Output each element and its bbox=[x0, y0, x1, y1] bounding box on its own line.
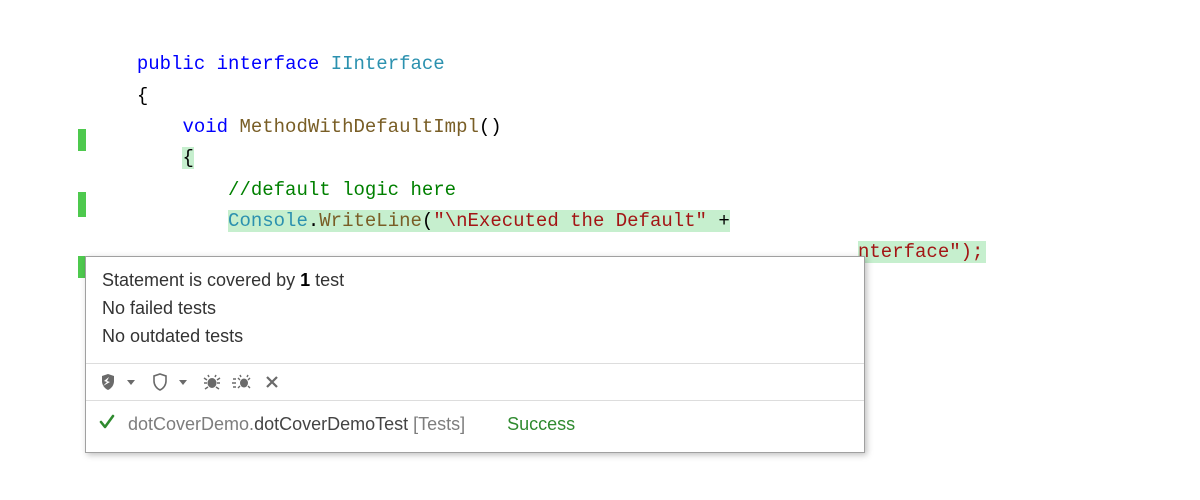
comment: //default logic here bbox=[228, 179, 456, 201]
shield-outline-icon[interactable] bbox=[148, 370, 172, 394]
failed-tests-line: No failed tests bbox=[102, 295, 848, 323]
string-literal: "\nExecuted the Default" bbox=[433, 210, 707, 232]
method-writeline: WriteLine bbox=[319, 210, 422, 232]
code-editor[interactable]: public interface IInterface { void Metho… bbox=[0, 18, 730, 237]
code-continuation: nterface"); bbox=[858, 237, 986, 268]
brace-open: { bbox=[137, 85, 148, 107]
type-console: Console bbox=[228, 210, 308, 232]
close-icon[interactable] bbox=[260, 370, 284, 394]
tooltip-toolbar bbox=[86, 363, 864, 400]
bug-icon[interactable] bbox=[200, 370, 224, 394]
keyword-interface: interface bbox=[217, 53, 320, 75]
shield-filled-icon[interactable] bbox=[96, 370, 120, 394]
keyword-void: void bbox=[182, 116, 228, 138]
keyword-public: public bbox=[137, 53, 205, 75]
bug-burst-icon[interactable] bbox=[230, 370, 254, 394]
tooltip-footer: dotCoverDemo.dotCoverDemoTest [Tests] Su… bbox=[86, 400, 864, 452]
test-path[interactable]: dotCoverDemo.dotCoverDemoTest [Tests] bbox=[128, 410, 465, 440]
dropdown-arrow-icon[interactable] bbox=[178, 378, 188, 386]
coverage-tooltip: Statement is covered by 1 test No failed… bbox=[85, 256, 865, 453]
test-status: Success bbox=[507, 410, 575, 440]
test-count: 1 bbox=[300, 270, 310, 290]
covered-brace: { bbox=[182, 147, 193, 169]
dropdown-arrow-icon[interactable] bbox=[126, 378, 136, 386]
type-name: IInterface bbox=[331, 53, 445, 75]
tooltip-body: Statement is covered by 1 test No failed… bbox=[86, 257, 864, 363]
method-name: MethodWithDefaultImpl bbox=[239, 116, 478, 138]
coverage-summary-line: Statement is covered by 1 test bbox=[102, 267, 848, 295]
check-icon bbox=[96, 409, 118, 442]
outdated-tests-line: No outdated tests bbox=[102, 323, 848, 351]
